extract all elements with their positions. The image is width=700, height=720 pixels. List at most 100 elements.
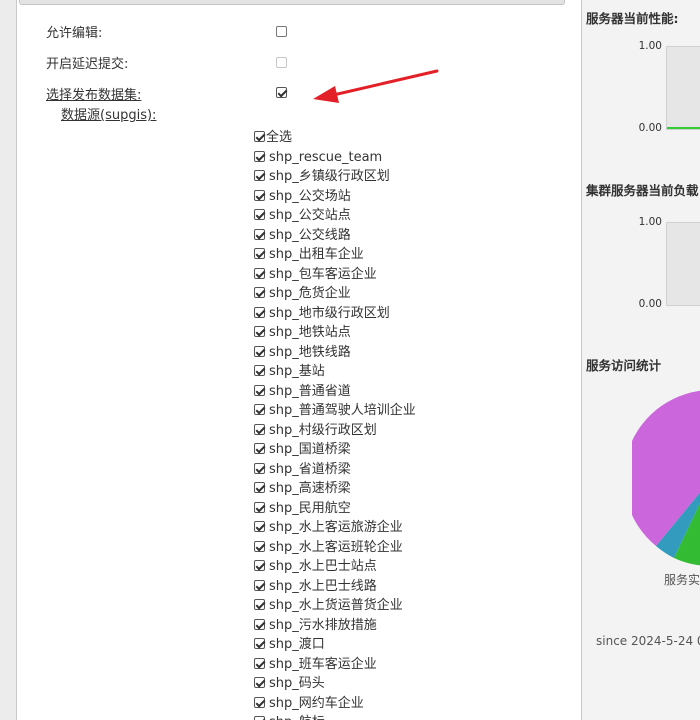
delay-submit-label: 开启延迟提交: [46, 57, 129, 72]
dataset-item[interactable]: shp_出租车企业 [254, 245, 416, 265]
dataset-label: shp_水上客运旅游企业 [269, 520, 403, 535]
publish-settings-dialog: 允许编辑: 开启延迟提交: 选择发布数据集: 数据源(supgis): 全选 s… [16, 0, 582, 720]
dataset-checkbox[interactable] [254, 638, 265, 649]
dataset-item[interactable]: shp_污水排放措施 [254, 616, 416, 636]
dataset-label: shp_出租车企业 [269, 247, 364, 262]
dataset-checkbox[interactable] [254, 248, 265, 259]
select-all-checkbox[interactable] [254, 131, 265, 142]
dataset-checkbox[interactable] [254, 345, 265, 357]
dataset-item[interactable]: shp_危货企业 [254, 284, 416, 304]
delay-submit-checkbox [276, 57, 287, 68]
dataset-checkbox[interactable] [254, 716, 265, 720]
dataset-checkbox[interactable] [254, 521, 265, 532]
dataset-label: shp_渡口 [269, 637, 325, 652]
dataset-item[interactable]: shp_水上货运普货企业 [254, 596, 416, 616]
dataset-checkbox[interactable] [254, 540, 265, 552]
dataset-label: shp_包车客运企业 [269, 266, 377, 282]
dataset-item[interactable]: shp_乡镇级行政区划 [254, 167, 416, 187]
dataset-checkbox[interactable] [254, 287, 265, 298]
dataset-label: shp_公交站点 [269, 208, 351, 223]
dataset-item[interactable]: shp_班车客运企业 [254, 655, 416, 675]
dataset-checkbox[interactable] [254, 267, 265, 279]
dataset-checkbox[interactable] [254, 150, 265, 162]
cluster-chart [666, 222, 700, 306]
dataset-item[interactable]: shp_国道桥梁 [254, 440, 416, 460]
allow-edit-checkbox[interactable] [276, 26, 287, 37]
dataset-label: shp_公交场站 [269, 188, 351, 204]
dataset-checkbox[interactable] [254, 599, 265, 610]
dataset-checkbox[interactable] [254, 384, 265, 396]
dataset-label: shp_公交线路 [269, 227, 351, 243]
dataset-item[interactable]: shp_民用航空 [254, 499, 416, 519]
server-status-panel: 服务器当前性能: 1.00 0.00 集群服务器当前负载 1.00 0.00 服… [582, 0, 700, 720]
dataset-checkbox[interactable] [254, 657, 265, 669]
dataset-checkbox[interactable] [254, 677, 265, 688]
dataset-checkbox[interactable] [254, 209, 265, 220]
dataset-label: shp_乡镇级行政区划 [269, 169, 390, 184]
dataset-label: shp_班车客运企业 [269, 656, 377, 672]
dataset-item[interactable]: shp_公交站点 [254, 206, 416, 226]
dataset-checkbox[interactable] [254, 365, 265, 376]
dataset-label: shp_rescue_team [269, 149, 383, 165]
dataset-item[interactable]: shp_高速桥梁 [254, 479, 416, 499]
dataset-list: 全选 shp_rescue_team shp_乡镇级行政区划 shp_公交场站shp… [254, 128, 416, 720]
dataset-label: shp_地铁线路 [269, 344, 351, 360]
perf-series-line [667, 127, 700, 129]
dataset-item[interactable]: shp_基站 [254, 362, 416, 382]
dataset-checkbox[interactable] [254, 482, 265, 493]
dataset-item[interactable]: shp_普通驾驶人培训企业 [254, 401, 416, 421]
dataset-label: shp_水上货运普货企业 [269, 598, 403, 613]
since-text: since 2024-5-24 0 [596, 634, 700, 648]
dialog-header-bar [19, 0, 565, 5]
dataset-checkbox[interactable] [254, 501, 265, 513]
dataset-item[interactable]: shp_村级行政区划 [254, 421, 416, 441]
dataset-checkbox[interactable] [254, 443, 265, 454]
dataset-label: shp_省道桥梁 [269, 461, 351, 477]
perf-tick-min: 0.00 [638, 122, 662, 134]
dataset-checkbox[interactable] [254, 306, 265, 318]
dataset-label: shp_污水排放措施 [269, 617, 377, 633]
select-all-item[interactable]: 全选 [254, 128, 416, 148]
pie-caption: 服务实 [664, 573, 700, 587]
dataset-item[interactable]: shp_渡口 [254, 635, 416, 655]
dataset-item[interactable]: shp_省道桥梁 [254, 460, 416, 480]
dataset-item[interactable]: shp_公交场站 [254, 187, 416, 207]
cluster-title: 集群服务器当前负载 [586, 183, 699, 198]
dataset-item[interactable]: shp_码头 [254, 674, 416, 694]
dataset-label: shp_地铁站点 [269, 325, 351, 340]
dataset-label: shp_水上客运班轮企业 [269, 539, 403, 555]
datasource-label: 数据源(supgis): [61, 108, 157, 123]
dataset-item[interactable]: shp_普通省道 [254, 382, 416, 402]
dataset-checkbox[interactable] [254, 423, 265, 435]
dataset-item[interactable]: shp_网约车企业 [254, 694, 416, 714]
dataset-checkbox[interactable] [254, 326, 265, 337]
allow-edit-label: 允许编辑: [46, 26, 103, 41]
visits-title: 服务访问统计 [586, 358, 662, 373]
dataset-checkbox[interactable] [254, 696, 265, 708]
dataset-label: shp_村级行政区划 [269, 422, 377, 438]
dataset-checkbox[interactable] [254, 228, 265, 240]
dataset-item[interactable]: shp_公交线路 [254, 226, 416, 246]
dataset-label: shp_民用航空 [269, 500, 351, 516]
dataset-item[interactable]: shp_地市级行政区划 [254, 304, 416, 324]
dataset-label: shp_基站 [269, 364, 325, 379]
dataset-checkbox[interactable] [254, 618, 265, 630]
dataset-item[interactable]: shp_rescue_team [254, 148, 416, 168]
dataset-item[interactable]: shp_水上客运班轮企业 [254, 538, 416, 558]
dataset-item[interactable]: shp_包车客运企业 [254, 265, 416, 285]
dataset-checkbox[interactable] [254, 579, 265, 591]
dataset-checkbox[interactable] [254, 560, 265, 571]
dataset-item[interactable]: shp_地铁线路 [254, 343, 416, 363]
dataset-item[interactable]: shp_水上客运旅游企业 [254, 518, 416, 538]
dataset-item[interactable]: shp_航标 [254, 713, 416, 720]
select-dataset-checkbox[interactable] [276, 87, 287, 98]
dataset-item[interactable]: shp_水上巴士线路 [254, 577, 416, 597]
dataset-checkbox[interactable] [254, 404, 265, 415]
dataset-checkbox[interactable] [254, 462, 265, 474]
dataset-label: shp_危货企业 [269, 286, 351, 301]
dataset-item[interactable]: shp_水上巴士站点 [254, 557, 416, 577]
dataset-item[interactable]: shp_地铁站点 [254, 323, 416, 343]
dataset-checkbox[interactable] [254, 170, 265, 181]
dataset-checkbox[interactable] [254, 189, 265, 201]
visits-pie-chart [632, 390, 700, 566]
